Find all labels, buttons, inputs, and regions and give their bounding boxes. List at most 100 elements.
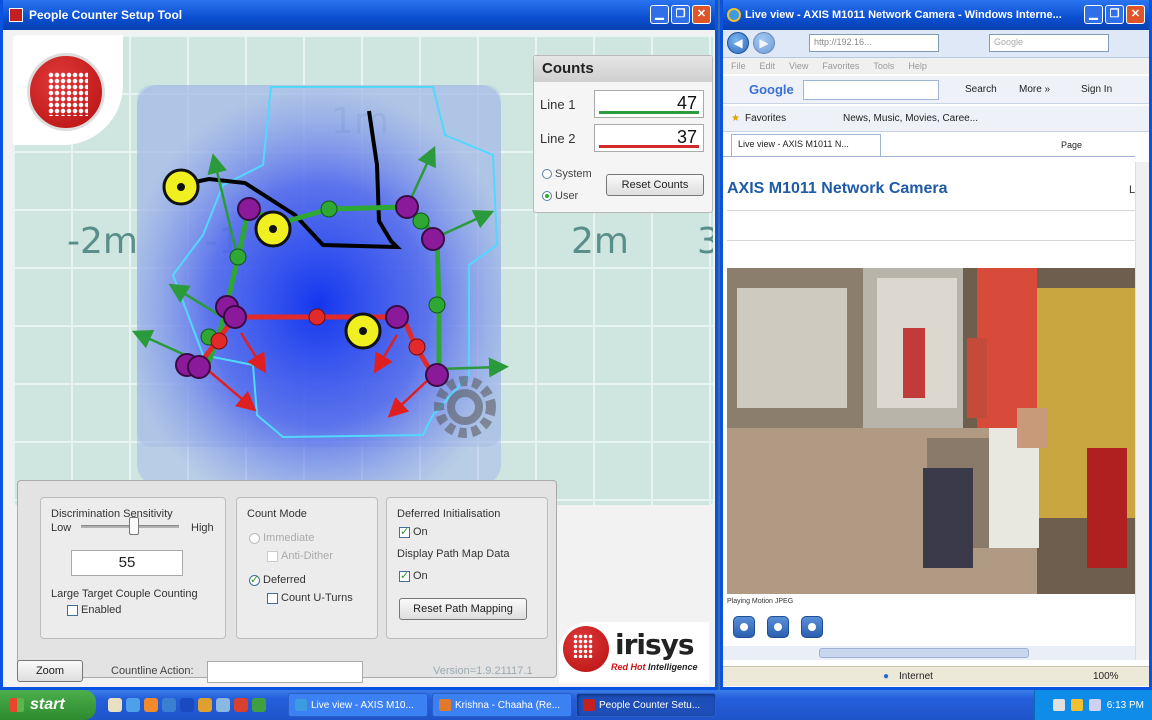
countline-action-input[interactable] <box>207 661 363 683</box>
menu-help[interactable]: Help <box>908 61 927 71</box>
camera-status-text: Playing Motion JPEG <box>727 598 794 605</box>
sensitivity-low-label: Low <box>51 522 72 534</box>
ie-icon <box>727 8 741 22</box>
quicklaunch-icon[interactable] <box>216 698 230 712</box>
path-map-title: Display Path Map Data <box>397 548 510 560</box>
vertical-scrollbar[interactable] <box>1135 162 1149 660</box>
tray-icon[interactable] <box>1070 699 1083 711</box>
google-sign-in[interactable]: Sign In <box>1081 84 1112 95</box>
ie-search-input[interactable]: Google <box>989 34 1109 52</box>
camera-page-title: AXIS M1011 Network Camera <box>727 180 948 197</box>
count-row-line-1: Line 1 47 <box>540 90 704 118</box>
line-2-label: Line 2 <box>540 130 576 146</box>
system-tray: 6:13 PM <box>1034 690 1152 720</box>
count-row-line-2: Line 2 37 <box>540 124 704 152</box>
menu-edit[interactable]: Edit <box>760 61 776 71</box>
horizontal-scrollbar[interactable] <box>723 646 1135 660</box>
version-label: Version=1.9.21117.1 <box>433 665 533 677</box>
sensitivity-group: Discrimination Sensitivity Low High 55 L… <box>40 497 226 639</box>
maximize-button[interactable]: ❐ <box>671 5 690 24</box>
quicklaunch-icon[interactable] <box>126 698 140 712</box>
media-player-icon <box>439 699 451 711</box>
counts-panel: Counts Line 1 47 Line 2 37 System User R… <box>533 55 713 213</box>
ie-minimize-button[interactable]: ▁ <box>1084 5 1103 24</box>
quicklaunch-icon[interactable] <box>162 698 176 712</box>
path-map-on-checkbox[interactable]: On <box>399 569 428 582</box>
count-mode-group: Count Mode Immediate Anti-Dither Deferre… <box>236 497 378 639</box>
google-more-button[interactable]: More » <box>1019 84 1050 95</box>
google-search-input[interactable] <box>803 80 939 100</box>
favorites-star-icon: ★ <box>731 113 740 124</box>
left-window-title: People Counter Setup Tool <box>29 8 183 22</box>
deferred-init-group: Deferred Initialisation On Display Path … <box>386 497 548 639</box>
app-icon <box>583 699 595 711</box>
camera-fullscreen-button[interactable] <box>801 616 823 638</box>
radio-user[interactable]: User <box>542 190 578 202</box>
start-button[interactable]: start <box>0 690 96 720</box>
heat-map <box>137 85 501 485</box>
left-client-area: -2m -1 1m 2m 3 <box>3 30 715 687</box>
ie-window-title: Live view - AXIS M1011 Network Camera - … <box>745 9 1062 21</box>
sensitivity-value[interactable]: 55 <box>71 550 183 576</box>
favorites-link[interactable]: News, Music, Movies, Caree... <box>843 113 978 124</box>
close-button[interactable]: ✕ <box>692 5 711 24</box>
immediate-radio[interactable]: Immediate <box>249 532 314 544</box>
favorites-button[interactable]: Favorites <box>745 113 786 124</box>
page-menu[interactable]: Page <box>1061 140 1082 150</box>
left-titlebar[interactable]: People Counter Setup Tool ▁ ❐ ✕ <box>3 0 715 30</box>
deferred-init-on-checkbox[interactable]: On <box>399 525 428 538</box>
minimize-button[interactable]: ▁ <box>650 5 669 24</box>
reset-counts-button[interactable]: Reset Counts <box>606 174 704 196</box>
windows-flag-icon <box>10 698 24 712</box>
people-counter-window: People Counter Setup Tool ▁ ❐ ✕ -2m -1 1… <box>0 0 718 690</box>
ie-icon <box>295 699 307 711</box>
path-map[interactable]: -2m -1 1m 2m 3 <box>13 35 713 505</box>
menu-file[interactable]: File <box>731 61 746 71</box>
address-bar[interactable]: http://192.16... <box>809 34 939 52</box>
favorites-bar: ★ Favorites News, Music, Movies, Caree..… <box>723 106 1149 132</box>
camera-snapshot-button[interactable] <box>767 616 789 638</box>
radio-system[interactable]: System <box>542 168 592 180</box>
menu-view[interactable]: View <box>789 61 808 71</box>
irisys-logo: irisys Red Hot Intelligence <box>559 622 709 684</box>
camera-stop-button[interactable] <box>733 616 755 638</box>
ie-tab[interactable]: Live view - AXIS M1011 N... <box>731 134 881 156</box>
ie-maximize-button[interactable]: ❐ <box>1105 5 1124 24</box>
quicklaunch-icon[interactable] <box>234 698 248 712</box>
menu-favorites[interactable]: Favorites <box>822 61 859 71</box>
zoom-button[interactable]: Zoom <box>17 660 83 682</box>
quicklaunch-icon[interactable] <box>180 698 194 712</box>
menu-tools[interactable]: Tools <box>873 61 894 71</box>
quicklaunch-icon[interactable] <box>252 698 266 712</box>
taskbar-item-people-counter[interactable]: People Counter Setu... <box>576 693 716 717</box>
quicklaunch-icon[interactable] <box>198 698 212 712</box>
line-1-label: Line 1 <box>540 96 576 112</box>
reset-path-mapping-button[interactable]: Reset Path Mapping <box>399 598 527 620</box>
ie-client: ◀ ▶ http://192.16... Google File Edit Vi… <box>723 30 1149 687</box>
quicklaunch-icon[interactable] <box>108 698 122 712</box>
ie-nav-bar: ◀ ▶ http://192.16... Google <box>723 30 1149 58</box>
forward-button[interactable]: ▶ <box>753 32 775 54</box>
taskbar-item-ie[interactable]: Live view - AXIS M10... <box>288 693 428 717</box>
sensitivity-slider-thumb[interactable] <box>129 517 139 535</box>
tray-icon[interactable] <box>1052 699 1065 711</box>
settings-panel: Discrimination Sensitivity Low High 55 L… <box>17 480 557 678</box>
clock[interactable]: 6:13 PM <box>1107 700 1144 711</box>
ie-titlebar[interactable]: Live view - AXIS M1011 Network Camera - … <box>723 0 1149 30</box>
large-target-title: Large Target Couple Counting <box>51 588 198 600</box>
anti-dither-checkbox[interactable]: Anti-Dither <box>267 550 333 562</box>
large-target-enabled-checkbox[interactable]: Enabled <box>67 604 121 616</box>
app-icon <box>9 8 23 22</box>
back-button[interactable]: ◀ <box>727 32 749 54</box>
google-search-button[interactable]: Search <box>965 84 997 95</box>
quicklaunch-icon[interactable] <box>144 698 158 712</box>
deferred-radio[interactable]: Deferred <box>249 573 306 586</box>
tray-icon[interactable] <box>1088 699 1101 711</box>
ie-close-button[interactable]: ✕ <box>1126 5 1145 24</box>
count-mode-title: Count Mode <box>247 508 307 520</box>
line-2-count: 37 <box>594 124 704 152</box>
taskbar-item-media[interactable]: Krishna - Chaaha (Re... <box>432 693 572 717</box>
zoom-level[interactable]: 100% <box>1093 671 1119 682</box>
count-u-turns-checkbox[interactable]: Count U-Turns <box>267 592 353 604</box>
counts-title: Counts <box>534 56 712 82</box>
